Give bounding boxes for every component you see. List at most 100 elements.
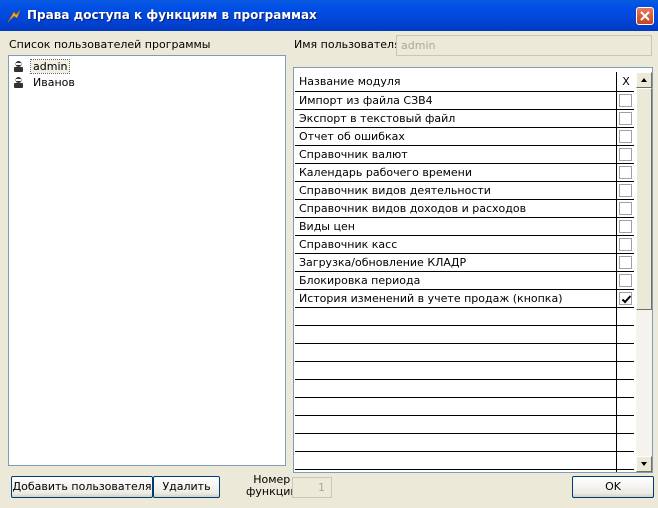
arrow-up-icon bbox=[641, 78, 647, 82]
table-row[interactable] bbox=[295, 434, 634, 452]
ok-button[interactable]: OK bbox=[572, 476, 654, 498]
module-name-cell: История изменений в учете продаж (кнопка… bbox=[299, 292, 563, 305]
module-name-cell: Справочник касс bbox=[299, 238, 398, 251]
ok-label: OK bbox=[605, 480, 621, 493]
table-row[interactable]: Календарь рабочего времени bbox=[295, 164, 634, 182]
table-row[interactable] bbox=[295, 398, 634, 416]
access-checkbox[interactable] bbox=[619, 94, 632, 107]
username-field[interactable]: admin bbox=[396, 35, 652, 56]
table-row[interactable]: Отчет об ошибках bbox=[295, 128, 634, 146]
column-divider bbox=[616, 164, 617, 182]
table-row[interactable]: Блокировка периода bbox=[295, 272, 634, 290]
table-row[interactable]: Справочник касс bbox=[295, 236, 634, 254]
grid-header: Название модуля X bbox=[295, 72, 634, 92]
table-row[interactable] bbox=[295, 416, 634, 434]
module-name-cell: Справочник валют bbox=[299, 148, 408, 161]
close-button[interactable] bbox=[636, 7, 654, 25]
table-row[interactable] bbox=[295, 326, 634, 344]
table-row[interactable]: Справочник видов доходов и расходов bbox=[295, 200, 634, 218]
user-list-item[interactable]: Иванов bbox=[12, 75, 77, 90]
checkmark-icon bbox=[621, 295, 632, 304]
table-row[interactable] bbox=[295, 470, 634, 472]
table-row[interactable] bbox=[295, 362, 634, 380]
function-number-field[interactable]: 1 bbox=[292, 477, 332, 498]
table-row[interactable]: Загрузка/обновление КЛАДР bbox=[295, 254, 634, 272]
table-row[interactable]: Виды цен bbox=[295, 218, 634, 236]
module-name-cell: Импорт из файла СЗВ4 bbox=[299, 94, 433, 107]
module-name-cell: Справочник видов деятельности bbox=[299, 184, 491, 197]
delete-label: Удалить bbox=[162, 480, 211, 493]
username-label: Имя пользователя bbox=[294, 38, 401, 51]
column-divider bbox=[616, 110, 617, 128]
column-divider bbox=[616, 326, 617, 344]
scroll-up-button[interactable] bbox=[636, 72, 652, 88]
column-divider bbox=[616, 92, 617, 110]
close-icon bbox=[640, 11, 650, 21]
column-divider bbox=[616, 398, 617, 416]
user-name: admin bbox=[29, 59, 71, 74]
column-divider bbox=[616, 146, 617, 164]
function-number-label: Номер функции bbox=[246, 474, 298, 498]
column-divider bbox=[616, 470, 617, 472]
column-divider bbox=[616, 128, 617, 146]
column-divider bbox=[616, 182, 617, 200]
table-row[interactable]: Импорт из файла СЗВ4 bbox=[295, 92, 634, 110]
grid-rows: Импорт из файла СЗВ4 Экспорт в текстовый … bbox=[295, 92, 634, 472]
vertical-scrollbar[interactable] bbox=[636, 72, 652, 472]
module-name-cell: Загрузка/обновление КЛАДР bbox=[299, 256, 467, 269]
access-checkbox[interactable] bbox=[619, 220, 632, 233]
scroll-thumb[interactable] bbox=[636, 88, 652, 310]
access-checkbox[interactable] bbox=[619, 166, 632, 179]
add-user-button[interactable]: Добавить пользователя bbox=[11, 476, 153, 498]
table-row[interactable]: История изменений в учете продаж (кнопка… bbox=[295, 290, 634, 308]
module-name-cell: Справочник видов доходов и расходов bbox=[299, 202, 527, 215]
column-divider bbox=[616, 380, 617, 398]
table-row[interactable]: Экспорт в текстовый файл bbox=[295, 110, 634, 128]
column-header-access[interactable]: X bbox=[618, 75, 634, 88]
module-name-cell: Календарь рабочего времени bbox=[299, 166, 472, 179]
module-name-cell: Блокировка периода bbox=[299, 274, 421, 287]
module-name-cell: Отчет об ошибках bbox=[299, 130, 405, 143]
scroll-down-button[interactable] bbox=[636, 456, 652, 472]
app-icon bbox=[7, 9, 21, 23]
access-checkbox[interactable] bbox=[619, 184, 632, 197]
access-checkbox[interactable] bbox=[619, 148, 632, 161]
table-row[interactable]: Справочник видов деятельности bbox=[295, 182, 634, 200]
table-row[interactable]: Справочник валют bbox=[295, 146, 634, 164]
column-divider bbox=[616, 308, 617, 326]
column-divider bbox=[616, 272, 617, 290]
column-divider bbox=[616, 218, 617, 236]
table-row[interactable] bbox=[295, 380, 634, 398]
modules-grid[interactable]: Название модуля X Импорт из файла СЗВ4 Эк… bbox=[293, 67, 653, 473]
column-divider bbox=[616, 362, 617, 380]
module-name-cell: Экспорт в текстовый файл bbox=[299, 112, 456, 125]
access-checkbox[interactable] bbox=[619, 292, 632, 305]
column-divider bbox=[616, 236, 617, 254]
delete-user-button[interactable]: Удалить bbox=[153, 476, 220, 498]
user-icon bbox=[14, 61, 23, 72]
user-list[interactable]: admin Иванов bbox=[8, 55, 286, 466]
user-list-item[interactable]: admin bbox=[12, 59, 71, 74]
column-divider bbox=[616, 416, 617, 434]
access-checkbox[interactable] bbox=[619, 238, 632, 251]
access-checkbox[interactable] bbox=[619, 130, 632, 143]
module-name-cell: Виды цен bbox=[299, 220, 355, 233]
title-bar[interactable]: Права доступа к функциям в программах bbox=[0, 0, 658, 31]
table-row[interactable] bbox=[295, 452, 634, 470]
window-title: Права доступа к функциям в программах bbox=[27, 8, 317, 22]
access-checkbox[interactable] bbox=[619, 202, 632, 215]
column-divider bbox=[616, 434, 617, 452]
access-checkbox[interactable] bbox=[619, 274, 632, 287]
table-row[interactable] bbox=[295, 344, 634, 362]
column-divider bbox=[616, 344, 617, 362]
column-header-module-name[interactable]: Название модуля bbox=[299, 75, 400, 88]
arrow-down-icon bbox=[641, 462, 647, 466]
add-user-label: Добавить пользователя bbox=[12, 480, 152, 493]
column-divider bbox=[616, 254, 617, 272]
column-divider bbox=[616, 452, 617, 470]
function-number-label-line2: функции bbox=[246, 485, 298, 498]
table-row[interactable] bbox=[295, 308, 634, 326]
access-checkbox[interactable] bbox=[619, 256, 632, 269]
access-checkbox[interactable] bbox=[619, 112, 632, 125]
user-list-label: Список пользователей программы bbox=[9, 38, 211, 51]
